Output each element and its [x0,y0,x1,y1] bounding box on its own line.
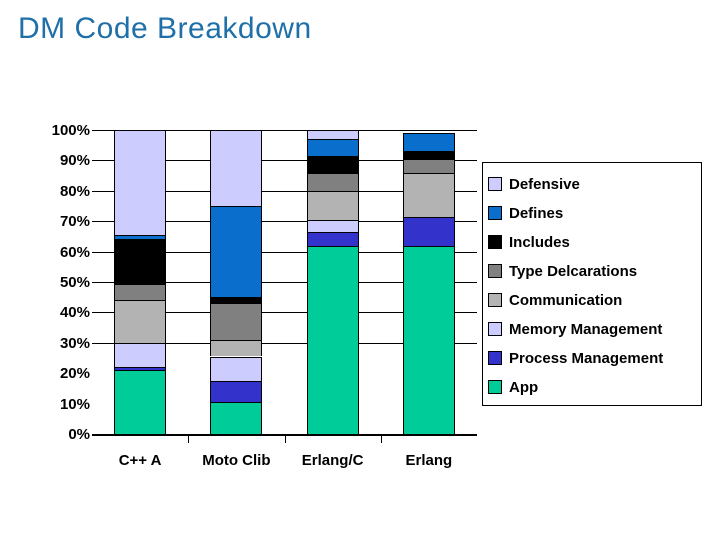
bar-segment-app[interactable] [306,245,359,434]
bar-segment-memory-management[interactable] [210,356,263,381]
y-axis-tick-label: 90% [59,152,90,170]
bar-segment-defines[interactable] [114,234,167,240]
bar-segment-type-delcarations[interactable] [114,283,167,301]
slide-canvas: DM Code Breakdown 100% 90% 80% 70% 60% 50% 40%… [0,0,720,540]
y-axis-tick-label: 100% [51,122,90,139]
legend-swatch-icon [488,264,502,278]
bar-moto-clib[interactable] [210,130,263,434]
bar-segment-includes[interactable] [210,297,263,304]
y-axis-tick-label: 0% [68,426,90,443]
legend-item-communication[interactable]: Communication [488,289,622,311]
y-axis-tick-label: 10% [59,395,90,413]
legend-item-memory-management[interactable]: Memory Management [488,318,662,340]
bar-segment-memory-management[interactable] [306,219,359,232]
legend-swatch-icon [488,351,502,365]
legend-swatch-icon [488,177,502,191]
x-axis-labels: C++ A Moto Clib Erlang/C Erlang [92,452,477,478]
y-axis-tick-label: 20% [59,365,90,383]
y-axis-tick-label: 70% [59,213,90,231]
y-axis-tick-label: 50% [59,274,90,291]
y-axis-tick-label: 30% [59,334,90,352]
legend-swatch-icon [488,235,502,249]
bar-segment-defensive[interactable] [306,130,359,140]
y-axis: 100% 90% 80% 70% 60% 50% 40% 30% 20% 10% 0% [20,118,90,448]
legend-item-label: Includes [509,233,570,251]
bar-segment-process-management[interactable] [402,216,455,246]
bar-segment-communication[interactable] [402,172,455,217]
legend-item-app[interactable]: App [488,376,538,398]
legend-item-label: Defines [509,204,564,222]
bars-group [92,130,477,434]
bar-segment-process-management[interactable] [114,367,167,371]
bar-segment-includes[interactable] [402,151,455,159]
bar-segment-app[interactable] [114,370,167,434]
legend-item-label: Memory Management [509,320,663,338]
legend-swatch-icon [488,293,502,307]
bar-segment-defines[interactable] [306,139,359,156]
legend-item-label: Type Delcarations [509,262,638,280]
bar-segment-communication[interactable] [210,339,263,357]
legend-item-label: Defensive [509,175,580,193]
x-axis-tick [380,434,382,443]
legend-swatch-icon [488,322,502,336]
bar-segment-type-delcarations[interactable] [210,303,263,340]
bar-segment-defensive[interactable] [210,130,263,206]
bar-segment-process-management[interactable] [210,380,263,403]
legend-item-label: Communication [509,291,623,309]
bar-erlang-c[interactable] [306,130,359,434]
bar-segment-includes[interactable] [306,155,359,173]
legend-item-defensive[interactable]: Defensive [488,173,580,195]
bar-erlang[interactable] [402,130,455,434]
y-axis-tick-label: 40% [59,304,90,322]
x-axis-category-label: Erlang [405,452,453,469]
x-axis-tick [188,434,190,443]
legend-item-type-delcarations[interactable]: Type Delcarations [488,260,637,282]
legend-item-label: App [509,378,539,396]
bar-segment-process-management[interactable] [306,231,359,246]
chart-legend: Defensive Defines Includes Type Delcaration… [482,162,702,406]
bar-segment-includes[interactable] [114,239,167,284]
legend-item-defines[interactable]: Defines [488,202,563,224]
legend-item-label: Process Management [509,349,664,367]
y-axis-tick-label: 80% [59,182,90,200]
x-axis-tick [284,434,286,443]
bar-segment-type-delcarations[interactable] [402,158,455,173]
bar-segment-type-delcarations[interactable] [306,172,359,191]
bar-segment-defines[interactable] [210,206,263,298]
bar-segment-defines[interactable] [402,133,455,152]
legend-item-process-management[interactable]: Process Management [488,347,663,369]
bar-c-a[interactable] [114,130,167,434]
y-axis-tick-label: 60% [59,243,90,261]
bar-segment-communication[interactable] [114,300,167,343]
legend-swatch-icon [488,206,502,220]
bar-segment-app[interactable] [402,245,455,434]
bar-segment-memory-management[interactable] [114,342,167,368]
bar-segment-app[interactable] [210,402,263,434]
bar-segment-communication[interactable] [306,190,359,220]
legend-item-includes[interactable]: Includes [488,231,570,253]
bar-segment-defensive[interactable] [114,130,167,235]
legend-swatch-icon [488,380,502,394]
